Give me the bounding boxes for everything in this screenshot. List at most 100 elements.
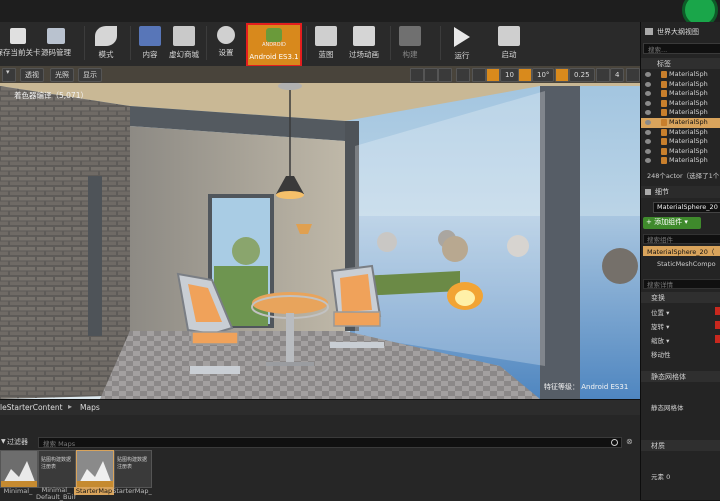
search-components-input[interactable]: 搜索组件 bbox=[643, 234, 720, 244]
component-root-item[interactable]: MaterialSphere_20（ bbox=[643, 246, 720, 256]
list-item[interactable]: MaterialSph bbox=[641, 108, 720, 118]
source-control-button[interactable]: 源码管理 bbox=[38, 22, 74, 66]
surface-snap-icon[interactable] bbox=[472, 68, 486, 82]
add-component-button[interactable]: + 添加组件 ▾ bbox=[643, 217, 701, 229]
translate-tool-icon[interactable] bbox=[410, 68, 424, 82]
eye-icon[interactable] bbox=[645, 81, 651, 87]
list-item-label: MaterialSph bbox=[669, 127, 708, 136]
static-mesh-icon bbox=[661, 119, 667, 126]
filter-icon: ▼ bbox=[1, 438, 6, 445]
level-viewport[interactable] bbox=[0, 66, 640, 399]
list-item[interactable]: MaterialSph bbox=[641, 80, 720, 90]
list-item[interactable]: MaterialSph bbox=[641, 156, 720, 166]
map-icon bbox=[1, 461, 37, 487]
asset-thumbnail[interactable] bbox=[0, 450, 38, 488]
transform-section-header[interactable]: 变换 bbox=[641, 292, 720, 303]
rotate-tool-icon[interactable] bbox=[424, 68, 438, 82]
materials-section-header[interactable]: 材质 bbox=[641, 440, 720, 451]
actor-name-field[interactable]: MaterialSphere_20 bbox=[653, 202, 720, 213]
list-item[interactable]: MaterialSph bbox=[641, 147, 720, 157]
static-mesh-section-label: 静态网格体 bbox=[651, 373, 686, 381]
world-space-icon[interactable] bbox=[456, 68, 470, 82]
location-x-field[interactable] bbox=[715, 307, 720, 315]
content-icon bbox=[139, 26, 161, 46]
scale-snap-icon[interactable] bbox=[555, 68, 569, 82]
rotation-x-field[interactable] bbox=[715, 321, 720, 329]
close-search-icon[interactable]: ⊗ bbox=[626, 437, 633, 446]
camera-speed-value[interactable]: 4 bbox=[610, 68, 625, 82]
launch-button[interactable]: 启动 bbox=[492, 22, 526, 66]
eye-icon[interactable] bbox=[645, 110, 651, 116]
perspective-button[interactable]: 透视 bbox=[20, 68, 44, 82]
list-item[interactable]: MaterialSph bbox=[641, 137, 720, 147]
save-button[interactable]: 保存当前关卡 bbox=[0, 22, 41, 66]
scale-x-field[interactable] bbox=[715, 335, 720, 343]
grid-snap-icon[interactable] bbox=[486, 68, 500, 82]
right-panel: 世界大纲视图 搜索... 标签 MaterialSph MaterialSph … bbox=[640, 22, 720, 500]
search-icon bbox=[611, 439, 618, 446]
title-strip bbox=[0, 0, 720, 28]
viewport-options-button[interactable]: ▾ bbox=[2, 68, 16, 82]
path-separator-icon: ▸ bbox=[68, 402, 73, 411]
rotation-snap-value[interactable]: 10° bbox=[532, 68, 555, 82]
eye-icon[interactable] bbox=[645, 72, 651, 77]
static-mesh-icon bbox=[661, 128, 667, 136]
marketplace-button[interactable]: 虚幻商城 bbox=[166, 22, 202, 66]
rotation-snap-icon[interactable] bbox=[518, 68, 532, 82]
asset-thumbnail[interactable]: 贴图构建数据注册表 bbox=[114, 450, 152, 488]
list-item[interactable]: MaterialSph bbox=[641, 89, 720, 99]
android-preview-button[interactable]: ANDROID Android ES3.1 bbox=[246, 23, 302, 67]
component-mesh-item[interactable]: StaticMeshCompo bbox=[643, 260, 720, 270]
asset-search-placeholder: 搜索 Maps bbox=[43, 440, 76, 448]
build-label: 构建 bbox=[402, 50, 418, 59]
play-button[interactable]: 运行 bbox=[446, 22, 478, 66]
scale-tool-icon[interactable] bbox=[438, 68, 452, 82]
eye-icon[interactable] bbox=[645, 129, 651, 135]
path-leaf[interactable]: Maps bbox=[80, 403, 100, 412]
eye-icon[interactable] bbox=[645, 139, 651, 145]
maximize-viewport-icon[interactable] bbox=[626, 68, 640, 82]
eye-icon[interactable] bbox=[645, 148, 651, 154]
list-item-selected[interactable]: MaterialSph bbox=[641, 118, 720, 128]
scale-snap-value[interactable]: 0.25 bbox=[569, 68, 595, 82]
lit-button[interactable]: 光照 bbox=[50, 68, 74, 82]
label-column-header: 标签 bbox=[657, 60, 671, 68]
asset-thumbnail[interactable]: 贴图构建数据注册表 bbox=[38, 450, 76, 488]
build-button[interactable]: 构建 bbox=[394, 22, 426, 66]
location-row-label: 位置 ▾ bbox=[651, 309, 670, 317]
outliner-search-input[interactable]: 搜索... bbox=[643, 43, 720, 54]
marketplace-label: 虚幻商城 bbox=[169, 50, 199, 59]
eye-icon[interactable] bbox=[645, 91, 651, 97]
save-icon bbox=[10, 28, 26, 44]
settings-button[interactable]: 设置 bbox=[210, 22, 242, 66]
blueprint-button[interactable]: 蓝图 bbox=[310, 22, 342, 66]
element0-row-label: 元素 0 bbox=[651, 473, 671, 481]
list-item-label: MaterialSph bbox=[669, 79, 708, 88]
static-mesh-icon bbox=[661, 80, 667, 88]
content-button[interactable]: 内容 bbox=[134, 22, 166, 66]
outliner-column-header: 标签 bbox=[641, 58, 720, 69]
show-button[interactable]: 显示 bbox=[78, 68, 102, 82]
static-mesh-icon bbox=[661, 157, 667, 165]
materials-section-label: 材质 bbox=[651, 442, 665, 450]
launch-icon bbox=[498, 26, 520, 46]
list-item[interactable]: MaterialSph bbox=[641, 70, 720, 80]
static-mesh-section-header[interactable]: 静态网格体 bbox=[641, 371, 720, 382]
camera-speed-icon[interactable] bbox=[596, 68, 610, 82]
filters-button[interactable]: ▼ 过滤器 bbox=[0, 437, 34, 447]
search-details-input[interactable]: 搜索详情 bbox=[643, 279, 720, 289]
path-root[interactable]: leStarterContent bbox=[0, 403, 63, 412]
modes-button[interactable]: 模式 bbox=[88, 22, 124, 66]
asset-label: StarterMap_ bbox=[112, 487, 152, 495]
list-item[interactable]: MaterialSph bbox=[641, 128, 720, 138]
asset-label: StarterMap bbox=[74, 487, 114, 495]
eye-icon[interactable] bbox=[645, 120, 651, 125]
grid-size-button[interactable]: 10 bbox=[500, 68, 519, 82]
list-item[interactable]: MaterialSph bbox=[641, 99, 720, 109]
eye-icon[interactable] bbox=[645, 100, 651, 106]
asset-search-input[interactable]: 搜索 Maps bbox=[38, 437, 622, 448]
chevron-down-icon: ▾ bbox=[6, 68, 10, 76]
eye-icon[interactable] bbox=[645, 158, 651, 164]
cinematics-button[interactable]: 过场动画 bbox=[344, 22, 384, 66]
asset-thumbnail[interactable] bbox=[76, 450, 114, 488]
